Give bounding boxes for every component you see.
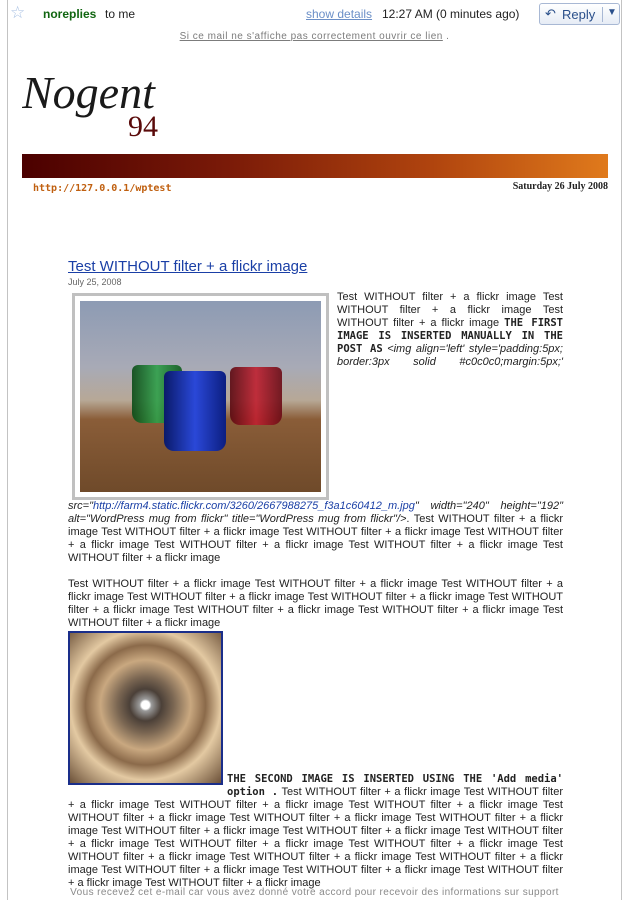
show-details-link[interactable]: show details <box>306 7 372 21</box>
flickr-image-link[interactable]: http://farm4.static.flickr.com/3260/2667… <box>93 500 415 512</box>
chevron-down-icon[interactable]: ▼ <box>607 7 617 18</box>
header-banner <box>22 154 608 178</box>
star-icon[interactable]: ☆ <box>10 4 25 21</box>
paragraph-2-body: THE SECOND IMAGE IS INSERTED USING THE '… <box>68 631 563 890</box>
message-header: ☆ noreplies to me show details 12:27 AM … <box>0 0 629 28</box>
wordpress-mug-image[interactable] <box>72 293 329 500</box>
post-title-link[interactable]: Test WITHOUT filter + a flickr image <box>68 258 563 275</box>
spiral-staircase-image[interactable] <box>68 631 223 785</box>
sender-name[interactable]: noreplies <box>43 7 96 21</box>
post-content: Test WITHOUT filter + a flickr image Jul… <box>68 258 563 890</box>
newsletter-date: Saturday 26 July 2008 <box>512 181 608 192</box>
view-online-notice: Si ce mail ne s'affiche pas correctement… <box>0 31 629 42</box>
view-online-link[interactable]: Si ce mail ne s'affiche pas correctement… <box>180 31 443 42</box>
nogent-94-logo: Nogent 94 <box>22 67 158 142</box>
reply-arrow-icon: ↶ <box>545 6 556 21</box>
mug-photo <box>80 301 321 492</box>
reply-separator <box>602 7 603 22</box>
footer-notice: Vous recevez cet e-mail car vous avez do… <box>70 887 559 898</box>
blue-mug <box>164 371 226 451</box>
post-date: July 25, 2008 <box>68 277 122 287</box>
paragraph-2-intro: Test WITHOUT filter + a flickr image Tes… <box>68 578 563 629</box>
recipient-label: to me <box>105 7 136 21</box>
logo-number: 94 <box>128 110 158 142</box>
red-mug <box>230 367 282 425</box>
reply-label: Reply <box>562 7 596 22</box>
notice-suffix: . <box>446 31 450 42</box>
site-url-link[interactable]: http://127.0.0.1/wptest <box>33 183 171 194</box>
paragraph-2-rest: Test WITHOUT filter + a flickr image Tes… <box>68 786 563 889</box>
post-paragraph-2: Test WITHOUT filter + a flickr image Tes… <box>68 578 563 890</box>
message-time: 12:27 AM (0 minutes ago) <box>382 7 520 21</box>
reply-button[interactable]: ↶ Reply ▼ <box>539 3 620 25</box>
